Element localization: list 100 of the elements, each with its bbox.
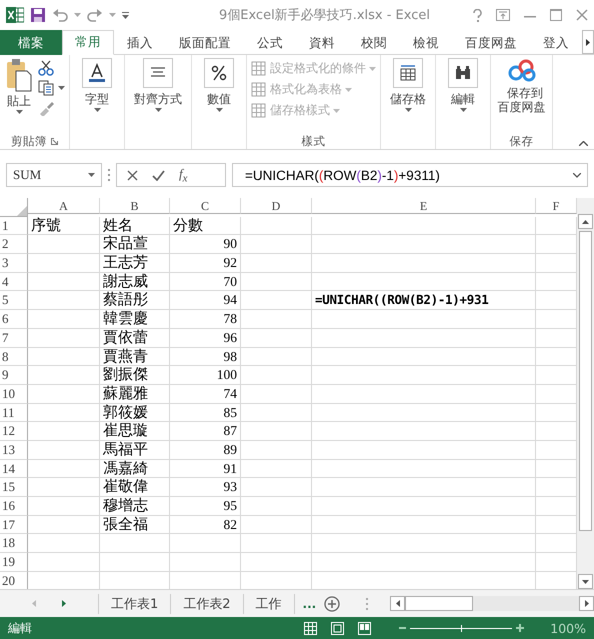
zoom-level[interactable]: 100% bbox=[550, 620, 586, 636]
row-header[interactable]: 7 bbox=[0, 328, 28, 348]
save-to-cloud-button[interactable]: 保存到百度网盘 bbox=[495, 58, 548, 133]
caret-icon[interactable] bbox=[154, 108, 162, 112]
customize-icon[interactable] bbox=[122, 12, 129, 18]
ribbon-tab[interactable]: 插入 bbox=[114, 30, 166, 55]
scroll-up-button[interactable] bbox=[578, 214, 593, 229]
caret-icon[interactable] bbox=[58, 86, 65, 90]
formula-field[interactable]: =UNICHAR((ROW(B2)-1)+9311) bbox=[232, 163, 588, 187]
row-header[interactable]: 9 bbox=[0, 366, 28, 385]
row-header[interactable]: 11 bbox=[0, 404, 28, 422]
expand-icon[interactable] bbox=[573, 172, 581, 178]
page-break-icon[interactable] bbox=[358, 622, 372, 634]
caret-icon[interactable] bbox=[94, 108, 100, 112]
scroll-thumb[interactable] bbox=[405, 596, 474, 611]
normal-view-icon[interactable] bbox=[304, 622, 318, 634]
ribbon-button[interactable]: 儲存格 bbox=[388, 58, 428, 133]
empty-cell bbox=[241, 328, 312, 348]
paste-button[interactable]: 貼上 bbox=[4, 58, 34, 133]
table-cell: =UNICHAR((ROW(B2)-1)+931 bbox=[312, 291, 536, 310]
scroll-left-button[interactable] bbox=[390, 596, 406, 611]
add-sheet-icon[interactable] bbox=[324, 596, 340, 612]
ribbon-button[interactable]: 編輯 bbox=[446, 58, 480, 133]
check-icon[interactable] bbox=[152, 170, 165, 180]
table-cell: 姓名 bbox=[100, 216, 170, 236]
scissors-icon[interactable] bbox=[38, 60, 54, 76]
name-box[interactable]: SUM bbox=[6, 163, 102, 187]
column-header[interactable]: C bbox=[170, 198, 241, 214]
ribbon-button[interactable]: 字型 bbox=[80, 58, 114, 133]
close-icon[interactable] bbox=[576, 9, 588, 21]
redo-icon[interactable] bbox=[87, 8, 103, 22]
help-icon[interactable] bbox=[473, 8, 482, 22]
scroll-thumb[interactable] bbox=[579, 231, 592, 531]
row-header[interactable]: 18 bbox=[0, 534, 28, 554]
ribbon-tab[interactable]: 資料 bbox=[296, 30, 348, 55]
cancel-icon[interactable] bbox=[127, 170, 138, 180]
ribbon-tab[interactable]: 常用 bbox=[62, 30, 114, 55]
more-sheets-button[interactable]: ... bbox=[294, 596, 324, 610]
row-header[interactable]: 8 bbox=[0, 348, 28, 366]
row-header[interactable]: 1 bbox=[0, 216, 28, 236]
undo-icon[interactable] bbox=[52, 8, 68, 22]
next-sheet-icon[interactable] bbox=[62, 600, 66, 607]
row-header[interactable]: 12 bbox=[0, 422, 28, 441]
ribbon-tab[interactable]: 百度网盘 bbox=[452, 30, 530, 55]
table-cell: 分數 bbox=[170, 216, 241, 236]
empty-cell bbox=[28, 291, 100, 310]
empty-cell bbox=[28, 534, 100, 554]
row-header[interactable]: 13 bbox=[0, 440, 28, 460]
ribbon-button[interactable]: 數值 bbox=[202, 58, 236, 133]
caret-icon[interactable] bbox=[216, 108, 222, 112]
ribbon-tab[interactable]: 檢視 bbox=[400, 30, 452, 55]
maximize-icon[interactable] bbox=[550, 9, 562, 21]
table-cell: 89 bbox=[170, 440, 241, 460]
row-header[interactable]: 16 bbox=[0, 497, 28, 516]
column-header[interactable]: E bbox=[312, 198, 536, 214]
ribbon-tab[interactable]: 校閱 bbox=[348, 30, 400, 55]
row-header[interactable]: 17 bbox=[0, 516, 28, 534]
caret-icon[interactable] bbox=[460, 108, 466, 112]
caret-icon[interactable] bbox=[404, 108, 412, 112]
ribbon-tab[interactable]: 版面配置 bbox=[166, 30, 244, 55]
row-header[interactable]: 15 bbox=[0, 478, 28, 497]
empty-cell bbox=[241, 291, 312, 310]
row-header[interactable]: 6 bbox=[0, 310, 28, 329]
empty-cell bbox=[241, 235, 312, 254]
column-header[interactable]: B bbox=[100, 198, 170, 214]
ribbon-button[interactable]: 對齊方式 bbox=[132, 58, 184, 133]
save-icon[interactable] bbox=[30, 7, 46, 23]
triangle-up-icon bbox=[582, 220, 589, 224]
empty-cell bbox=[241, 310, 312, 329]
row-header[interactable]: 14 bbox=[0, 460, 28, 478]
empty-cell bbox=[241, 216, 312, 236]
sheet-tab[interactable]: 工作表2 bbox=[171, 594, 244, 614]
sheet-tab[interactable]: 工作 bbox=[244, 594, 295, 614]
dialog-launcher-icon[interactable] bbox=[51, 138, 58, 144]
column-header[interactable]: D bbox=[241, 198, 312, 214]
row-header[interactable]: 5 bbox=[0, 291, 28, 310]
collapse-ribbon-icon[interactable] bbox=[579, 141, 588, 146]
ribbon-display-icon[interactable] bbox=[496, 9, 510, 21]
row-header[interactable]: 19 bbox=[0, 553, 28, 572]
row-header[interactable]: 10 bbox=[0, 384, 28, 404]
copy-icon[interactable] bbox=[38, 80, 54, 96]
ribbon-tab[interactable]: 登入 bbox=[530, 30, 582, 55]
empty-cell bbox=[28, 440, 100, 460]
insert-function-button[interactable]: f$_{x}$ bbox=[179, 166, 188, 184]
scroll-right-button[interactable] bbox=[582, 30, 594, 54]
empty-cell bbox=[28, 235, 100, 254]
scroll-right-button[interactable] bbox=[579, 596, 594, 611]
row-header[interactable]: 4 bbox=[0, 272, 28, 292]
sheet-tab[interactable]: 工作表1 bbox=[98, 594, 172, 614]
row-header[interactable]: 3 bbox=[0, 254, 28, 273]
page-layout-icon[interactable] bbox=[331, 622, 344, 634]
empty-cell bbox=[28, 384, 100, 404]
ribbon-tab[interactable]: 公式 bbox=[244, 30, 296, 55]
caret-icon[interactable] bbox=[16, 110, 22, 114]
caret-icon[interactable] bbox=[88, 173, 95, 177]
scroll-down-button[interactable] bbox=[578, 574, 593, 589]
row-header[interactable]: 2 bbox=[0, 235, 28, 254]
zoom-in-icon[interactable] bbox=[516, 624, 524, 632]
column-header[interactable]: A bbox=[28, 198, 100, 214]
file-tab[interactable]: 檔案 bbox=[0, 30, 62, 55]
